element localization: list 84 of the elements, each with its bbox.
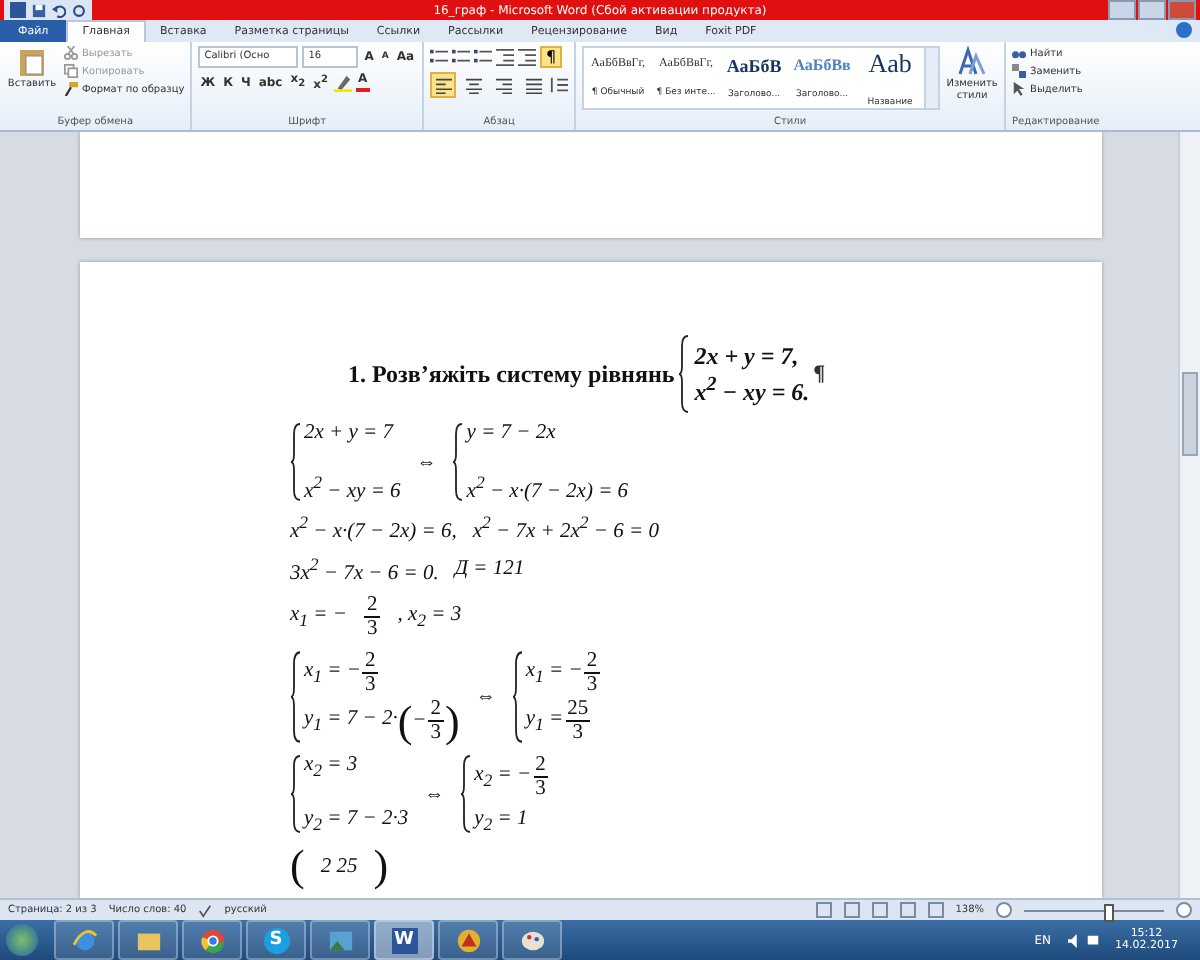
equation: x$_{1}$ = − (290, 603, 347, 631)
spellcheck-icon[interactable] (198, 903, 213, 917)
equation: x$^{2}$ − xy = 6. (694, 373, 810, 407)
zoom-out-button[interactable] (996, 902, 1012, 918)
parenthesis: ) (445, 699, 460, 743)
save-icon[interactable] (32, 3, 46, 17)
clipboard-icon (18, 46, 46, 78)
letters-icon (958, 46, 987, 78)
equation: y$_{2}$ = 7 − 2·3 (304, 807, 409, 834)
palette-icon (519, 927, 545, 953)
taskbar-button[interactable] (502, 920, 562, 960)
taskbar-button[interactable] (310, 920, 370, 960)
equation: x$^{2}$ − xy = 6 (304, 471, 401, 502)
help-icon[interactable] (1176, 22, 1192, 38)
equation: Д = 121 (454, 557, 525, 580)
equation: x$_{2}$ = − (474, 763, 532, 791)
cursor-icon (1012, 82, 1027, 96)
taskbar-button[interactable] (54, 920, 114, 960)
curly-brace (460, 754, 473, 834)
copy-icon (64, 64, 78, 78)
equation: y$_{1}$ = (525, 707, 564, 735)
zoom-in-button[interactable] (1176, 902, 1192, 918)
taskbar-button[interactable] (118, 920, 178, 960)
zoom-slider-thumb[interactable] (1104, 903, 1114, 921)
picture-icon (327, 927, 353, 953)
equivalence-sign: ⇔ (416, 451, 437, 473)
equation: 2x + y = 7, (694, 341, 801, 371)
fraction: 2 3 (584, 650, 600, 696)
align-button[interactable] (430, 72, 457, 98)
equation: x$_{1}$ = − (525, 659, 583, 687)
taskbar-button[interactable]: W (374, 920, 434, 960)
curly-brace (678, 334, 691, 414)
taskbar-button[interactable] (438, 920, 498, 960)
speaker-icon[interactable] (1067, 933, 1081, 947)
equation: − (412, 710, 427, 732)
flag-icon[interactable] (1085, 933, 1099, 947)
equation: 2x + y = 7 (304, 422, 393, 444)
scissors-icon (64, 46, 78, 60)
start-button[interactable] (6, 924, 38, 956)
curly-brace (452, 422, 465, 502)
equation: x$_{1}$ = − (304, 659, 361, 687)
equation: 3x$^{2}$ − 7x − 6 = 0. (290, 553, 439, 584)
parenthesis: ( (397, 699, 413, 743)
curly-brace (511, 650, 524, 744)
equation: x$^{2}$ − x·(7 − 2x) = 6, (290, 512, 457, 543)
parenthesis: ( (290, 844, 305, 888)
gallery-scrollbar[interactable] (924, 48, 939, 108)
indent-icon[interactable] (496, 48, 515, 66)
fraction: 2 3 (533, 754, 548, 800)
vertical-scrollbar[interactable] (1178, 132, 1200, 898)
fraction: 25 3 (565, 698, 591, 744)
curly-brace (290, 422, 302, 502)
indent-icon[interactable] (518, 48, 537, 66)
curly-brace (290, 650, 302, 744)
highlighter-icon[interactable] (333, 73, 352, 91)
equivalence-sign: ⇔ (475, 686, 496, 708)
taskbar-button[interactable] (182, 920, 242, 960)
list-icon[interactable] (430, 48, 449, 66)
binoculars-icon (1012, 46, 1027, 60)
equation: , x$_{2}$ = 3 (397, 603, 462, 631)
undo-icon[interactable] (52, 3, 66, 17)
list-icon[interactable] (474, 48, 493, 66)
show-marks-button[interactable]: ¶ (540, 46, 563, 68)
equation: y = 7 − 2x (466, 422, 556, 444)
fraction: 2 3 (362, 650, 378, 696)
parenthesis: ) (373, 844, 389, 888)
replace-icon (1012, 64, 1027, 78)
equation: y$_{1}$ = 7 − 2· (304, 707, 398, 735)
equation: 2 25 (320, 855, 358, 877)
equivalence-sign: ⇔ (424, 783, 445, 805)
list-icon[interactable] (452, 48, 471, 66)
equation: x$^{2}$ − 7x + 2x$^{2}$ − 6 = 0 (472, 512, 659, 543)
equation: y$_{2}$ = 1 (474, 807, 528, 834)
browser-icon (199, 927, 225, 953)
globe-icon (71, 927, 97, 953)
fraction: 2 3 (364, 594, 380, 640)
brush-icon (64, 82, 78, 96)
paragraph-mark: ¶ (813, 362, 826, 386)
task-heading: 1. Розв’яжіть систему рівнянь (348, 359, 675, 389)
equation: x$^{2}$ − x·(7 − 2x) = 6 (466, 471, 629, 502)
fraction: 2 3 (428, 698, 444, 744)
equation: x$_{2}$ = 3 (304, 754, 358, 781)
curly-brace (290, 754, 302, 834)
line-spacing-icon[interactable] (550, 76, 569, 94)
